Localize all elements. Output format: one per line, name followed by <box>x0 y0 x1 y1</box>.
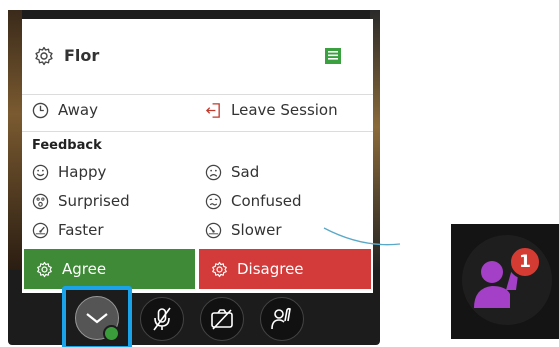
chevron-down-icon <box>86 313 108 324</box>
happy-face-icon <box>32 164 49 180</box>
feedback-label: Slower <box>231 221 282 239</box>
sad-face-icon <box>205 164 222 180</box>
feedback-confused[interactable]: Confused <box>205 192 302 210</box>
confused-face-icon <box>205 193 222 209</box>
feedback-title: Feedback <box>32 138 102 153</box>
user-name: Flor <box>64 46 100 65</box>
raise-hand-button[interactable] <box>260 297 304 341</box>
agree-button[interactable]: Agree <box>24 249 195 289</box>
feedback-label: Confused <box>231 192 302 210</box>
gear-icon <box>212 261 227 277</box>
feedback-slower[interactable]: Slower <box>205 221 282 239</box>
disagree-label: Disagree <box>237 260 304 278</box>
user-header: Flor <box>22 19 373 95</box>
agree-label: Agree <box>62 260 107 278</box>
status-check-icon <box>103 325 120 342</box>
microphone-button[interactable] <box>140 297 184 341</box>
away-option[interactable]: Away <box>32 101 98 119</box>
clock-icon <box>32 102 49 118</box>
feedback-label: Surprised <box>58 192 130 210</box>
divider <box>22 131 373 132</box>
my-status-button[interactable] <box>62 286 132 347</box>
camera-off-icon <box>211 309 233 330</box>
raised-hand-count-badge: 1 <box>508 245 542 279</box>
raise-hand-icon <box>271 307 291 330</box>
feedback-surprised[interactable]: Surprised <box>32 192 130 210</box>
slower-gauge-icon <box>205 222 222 238</box>
disagree-button[interactable]: Disagree <box>199 249 371 289</box>
session-controls-bar <box>22 286 373 347</box>
gear-icon <box>37 261 52 277</box>
video-background-left <box>8 10 22 270</box>
leave-session-label: Leave Session <box>231 101 338 119</box>
microphone-off-icon <box>153 307 171 331</box>
decorative-curve <box>323 227 401 246</box>
gear-icon[interactable] <box>34 46 54 66</box>
feedback-sad[interactable]: Sad <box>205 163 259 181</box>
menu-list-icon[interactable] <box>324 47 342 65</box>
feedback-happy[interactable]: Happy <box>32 163 106 181</box>
feedback-label: Happy <box>58 163 107 181</box>
feedback-faster[interactable]: Faster <box>32 221 104 239</box>
surprised-face-icon <box>32 193 49 209</box>
camera-button[interactable] <box>200 297 244 341</box>
status-feedback-menu: Flor Away Leave Session Feedback Happy S… <box>22 19 373 293</box>
feedback-label: Sad <box>231 163 260 181</box>
away-label: Away <box>58 101 98 119</box>
feedback-label: Faster <box>58 221 104 239</box>
faster-gauge-icon <box>32 222 49 238</box>
leave-session-option[interactable]: Leave Session <box>205 101 338 119</box>
leave-icon <box>205 102 220 118</box>
